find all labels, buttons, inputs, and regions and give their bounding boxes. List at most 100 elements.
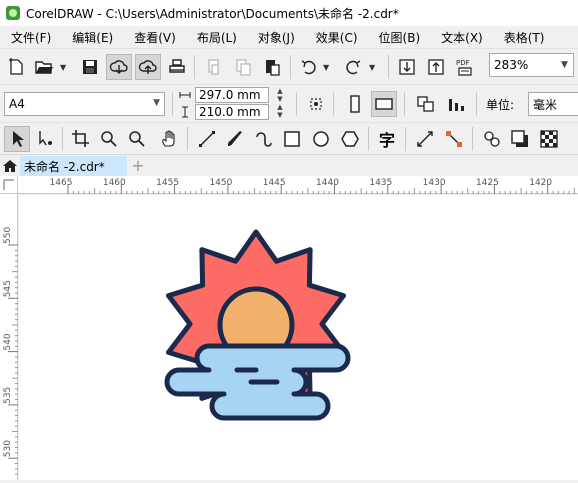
- ruler-tick-label: 530: [3, 440, 13, 457]
- curve-tool-icon[interactable]: [250, 126, 276, 152]
- dimension-spinner[interactable]: ▲ ▼ ▲ ▼: [269, 87, 291, 120]
- toolbar-separator: [472, 127, 473, 151]
- ruler-tick-label: 550: [3, 227, 13, 244]
- sun-cloud-illustration[interactable]: [19, 195, 578, 480]
- toolbar-separator: [404, 92, 405, 116]
- ruler-tick-label: 1425: [476, 178, 499, 188]
- artistic-media-icon[interactable]: [222, 126, 248, 152]
- chevron-down-icon: ▼: [153, 98, 160, 108]
- page-height-value: 210.0 mm: [199, 105, 261, 119]
- window-title: CorelDRAW - C:\Users\Administrator\Docum…: [26, 6, 399, 21]
- property-bar: A4 ▼ 297.0 mm 210.0 mm ▲ ▼ ▲ ▼ 单位: 毫米: [0, 84, 578, 122]
- shadow-tool-icon[interactable]: [507, 126, 533, 152]
- polygon-tool-icon[interactable]: [337, 126, 363, 152]
- text-tool-icon[interactable]: 字: [374, 126, 400, 152]
- import-icon[interactable]: [394, 54, 420, 80]
- rectangle-tool-icon[interactable]: [279, 126, 305, 152]
- standard-toolbar: ▼ ▼ ▼ PDF 283% ▼: [0, 48, 578, 84]
- page-orientation-lock-icon[interactable]: [303, 91, 329, 117]
- menu-text[interactable]: 文本(X): [434, 29, 490, 46]
- portrait-icon[interactable]: [342, 91, 368, 117]
- undo-icon[interactable]: [296, 54, 322, 80]
- toolbox: 字: [0, 122, 578, 154]
- all-pages-icon[interactable]: [413, 91, 439, 117]
- redo-icon[interactable]: [340, 54, 366, 80]
- toolbar-separator: [296, 92, 297, 116]
- toolbar-separator: [172, 92, 173, 116]
- cloud-upload-icon[interactable]: [135, 54, 161, 80]
- landscape-icon[interactable]: [371, 91, 397, 117]
- add-document-tab-button[interactable]: +: [130, 156, 146, 176]
- menu-view[interactable]: 查看(V): [127, 29, 183, 46]
- menu-layout[interactable]: 布局(L): [190, 29, 244, 46]
- current-page-icon[interactable]: [443, 91, 469, 117]
- undo-dropdown-icon[interactable]: ▼: [323, 63, 329, 72]
- blend-tool-icon[interactable]: [479, 126, 505, 152]
- ruler-tick-label: 1445: [263, 178, 286, 188]
- home-icon[interactable]: [2, 158, 18, 177]
- pan-tool-icon[interactable]: [156, 126, 182, 152]
- print-icon[interactable]: [164, 54, 190, 80]
- zoom-dropdown-icon[interactable]: ▼: [556, 53, 574, 77]
- cut-icon[interactable]: [201, 54, 227, 80]
- page-height-field[interactable]: 210.0 mm: [195, 104, 269, 120]
- menu-bitmaps[interactable]: 位图(B): [372, 29, 428, 46]
- open-folder-icon[interactable]: [31, 54, 57, 80]
- ruler-tick-label: 540: [3, 333, 13, 350]
- ruler-tick-label: 535: [3, 387, 13, 404]
- zoom-level-combo[interactable]: 283%: [489, 53, 559, 77]
- coreldraw-app-icon: [6, 6, 20, 20]
- horizontal-ruler[interactable]: 1465 1460 1455 1450 1445 1440 1435 1430 1425 1420: [18, 176, 578, 194]
- vertical-ruler-ticks: 550 545 540 535 530: [3, 227, 18, 475]
- menu-bar: 文件(F) 编辑(E) 查看(V) 布局(L) 对象(J) 效果(C) 位图(B…: [0, 26, 578, 48]
- cloud-download-icon[interactable]: [106, 54, 132, 80]
- toolbar-separator: [194, 55, 195, 79]
- document-tab-label: 未命名 -2.cdr*: [24, 160, 105, 174]
- page-width-value: 297.0 mm: [199, 88, 261, 102]
- page-width-field[interactable]: 297.0 mm: [195, 87, 269, 103]
- freehand-tool-icon[interactable]: [194, 126, 220, 152]
- page-size-value: A4: [9, 97, 25, 111]
- unit-combo[interactable]: 毫米: [528, 92, 578, 116]
- ruler-tick-label: 1455: [156, 178, 179, 188]
- width-dimension-icon: [179, 89, 191, 101]
- pick-tool-icon[interactable]: [4, 126, 30, 152]
- menu-file[interactable]: 文件(F): [4, 29, 58, 46]
- open-dropdown-icon[interactable]: ▼: [60, 63, 66, 72]
- ruler-tick-label: 1440: [316, 178, 339, 188]
- document-tab[interactable]: 未命名 -2.cdr*: [20, 156, 127, 177]
- menu-object[interactable]: 对象(J): [251, 29, 302, 46]
- vertical-ruler[interactable]: 550 545 540 535 530: [0, 194, 18, 480]
- dimension-tool-icon[interactable]: [412, 126, 438, 152]
- shape-tool-icon[interactable]: [32, 126, 58, 152]
- new-document-icon[interactable]: [3, 54, 29, 80]
- horizontal-ruler-ticks: 1465 1460 1455 1450 1445 1440 1435 1430 1425 1420: [50, 178, 575, 194]
- height-dimension-icon: [179, 106, 191, 118]
- ruler-tick-label: 1435: [369, 178, 392, 188]
- title-bar: CorelDRAW - C:\Users\Administrator\Docum…: [0, 0, 578, 26]
- ellipse-tool-icon[interactable]: [308, 126, 334, 152]
- save-icon[interactable]: [77, 54, 103, 80]
- toolbar-separator: [62, 127, 63, 151]
- ruler-tick-label: 1420: [529, 178, 552, 188]
- paste-icon[interactable]: [259, 54, 285, 80]
- menu-table[interactable]: 表格(T): [497, 29, 552, 46]
- page-size-combo[interactable]: A4 ▼: [4, 92, 165, 116]
- connector-tool-icon[interactable]: [441, 126, 467, 152]
- ruler-tick-label: 1450: [209, 178, 232, 188]
- toolbar-separator: [290, 55, 291, 79]
- redo-dropdown-icon[interactable]: ▼: [369, 63, 375, 72]
- menu-edit[interactable]: 编辑(E): [65, 29, 120, 46]
- unit-value: 毫米: [533, 97, 558, 112]
- menu-effects[interactable]: 效果(C): [309, 29, 365, 46]
- export-icon[interactable]: [423, 54, 449, 80]
- zoom-tool-icon[interactable]: [96, 126, 122, 152]
- transparency-tool-icon[interactable]: [536, 126, 562, 152]
- zoom-out-tool-icon[interactable]: [124, 126, 150, 152]
- publish-pdf-icon[interactable]: PDF: [452, 54, 478, 80]
- copy-icon[interactable]: [230, 54, 256, 80]
- crop-tool-icon[interactable]: [68, 126, 94, 152]
- drawing-canvas[interactable]: [19, 195, 578, 480]
- document-tab-bar: 未命名 -2.cdr* +: [0, 154, 578, 177]
- ruler-origin-corner[interactable]: [0, 176, 18, 194]
